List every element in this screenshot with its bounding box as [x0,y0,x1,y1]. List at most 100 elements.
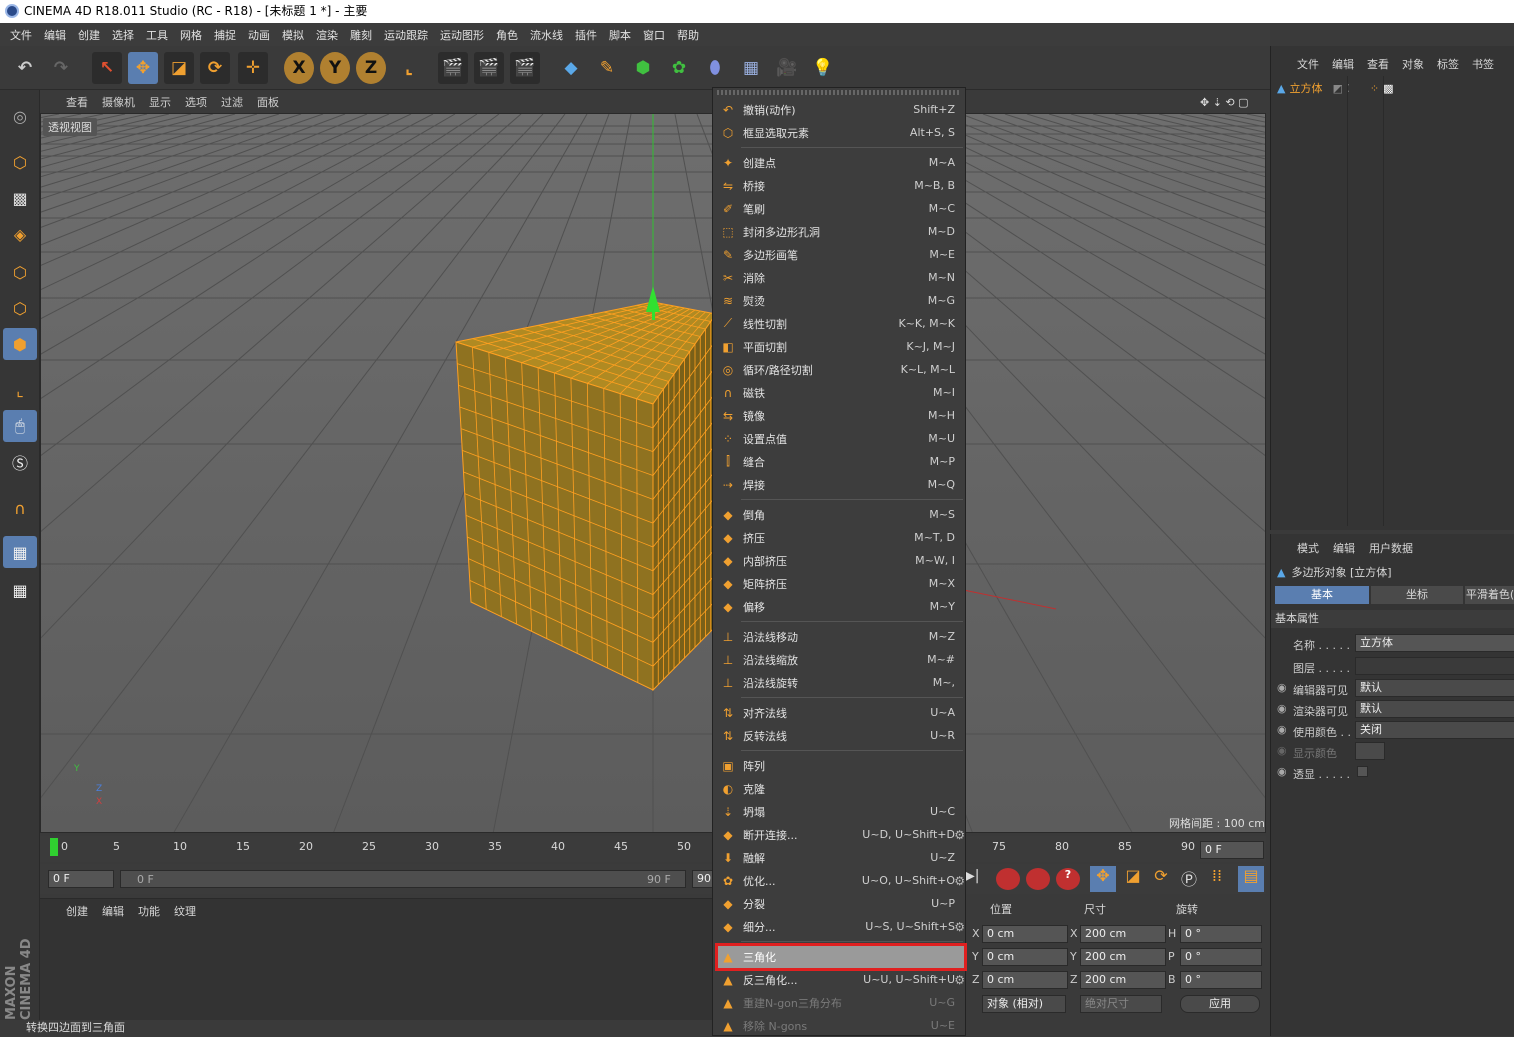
z-axis-lock-icon[interactable]: Z [356,52,386,84]
radio-use-color-icon[interactable]: ◉ [1277,723,1287,736]
menu-create[interactable]: 创建 [78,27,100,43]
apply-button[interactable]: 应用 [1180,995,1260,1013]
mat-menu-edit[interactable]: 编辑 [102,903,124,919]
object-row-cube[interactable]: ▲ 立方体 ◩ ⁚ ⁘ ▩ [1277,78,1513,98]
live-selection-icon[interactable]: ↖ [92,52,122,84]
menu-item-16[interactable]: ⇢ 焊接 M~Q [715,473,965,496]
options-gear-icon[interactable]: ⚙ [954,828,965,842]
menu-item-25[interactable]: ⇅ 对齐法线 U~A [715,701,965,724]
position-x-field[interactable]: 0 cm [982,925,1068,943]
menu-item-7[interactable]: ✂ 消除 M~N [715,266,965,289]
texture-tag-icon[interactable]: ▩ [1383,82,1393,95]
render-to-picture-viewer-icon[interactable]: 🎬 [474,52,504,84]
menu-help[interactable]: 帮助 [677,27,699,43]
deformer-icon[interactable]: ⬮ [700,52,730,84]
tab-basic[interactable]: 基本 [1275,586,1369,604]
scale-tool-icon[interactable]: ◪ [164,52,194,84]
timeline-ruler[interactable]: 0 5 10 15 20 25 30 35 40 45 50 75 80 85 … [40,836,1266,862]
menu-edit[interactable]: 编辑 [44,27,66,43]
timeline-window-icon[interactable]: ▤ [1238,866,1264,892]
menu-item-15[interactable]: ⫿ 缝合 M~P [715,450,965,473]
menu-item-34[interactable]: ◆ 细分... U~S, U~Shift+S ⚙ [715,915,965,938]
menu-item-13[interactable]: ⇆ 镜像 M~H [715,404,965,427]
menu-item-37[interactable]: ▲ 重建N-gon三角分布 U~G [715,991,965,1014]
light-icon[interactable]: 💡 [808,52,838,84]
menu-item-20[interactable]: ◆ 矩阵挤压 M~X [715,572,965,595]
radio-editor-visible-icon[interactable]: ◉ [1277,681,1287,694]
obj-menu-bookmarks[interactable]: 书签 [1472,56,1494,72]
menu-item-32[interactable]: ✿ 优化... U~O, U~Shift+O ⚙ [715,869,965,892]
menu-select[interactable]: 选择 [112,27,134,43]
mat-menu-create[interactable]: 创建 [66,903,88,919]
radio-display-color-icon[interactable]: ◉ [1277,744,1287,757]
current-frame-field[interactable]: 0 F [1200,841,1264,859]
key-point-level-icon[interactable]: ⁞⁞ [1204,866,1230,892]
menu-item-27[interactable]: ▣ 阵列 [715,754,965,777]
menu-item-28[interactable]: ◐ 克隆 [715,777,965,800]
menu-item-31[interactable]: ⬇ 融解 U~Z [715,846,965,869]
menu-item-17[interactable]: ◆ 倒角 M~S [715,503,965,526]
menu-plugins[interactable]: 插件 [575,27,597,43]
xray-checkbox[interactable] [1357,766,1368,777]
menu-item-33[interactable]: ◆ 分裂 U~P [715,892,965,915]
menu-item-24[interactable]: ⊥ 沿法线旋转 M~, [715,671,965,694]
menu-motion-tracking[interactable]: 运动跟踪 [384,27,428,43]
menu-item-14[interactable]: ⁘ 设置点值 M~U [715,427,965,450]
coordinate-mode-dropdown[interactable]: 对象 (相对) [982,995,1066,1013]
rotation-h-field[interactable]: 0 ° [1180,925,1262,943]
menu-item-26[interactable]: ⇅ 反转法线 U~R [715,724,965,747]
options-gear-icon[interactable]: ⚙ [954,920,965,934]
menu-item-0[interactable]: ↶ 撤销(动作) Shift+Z [715,98,965,121]
lock-workplane-icon[interactable]: ▦ [3,536,37,568]
key-parameter-icon[interactable]: Ⓟ [1176,866,1202,892]
size-x-field[interactable]: 200 cm [1080,925,1166,943]
polygons-mode-icon[interactable]: ⬢ [3,328,37,360]
snap-icon[interactable]: Ⓢ [3,446,37,478]
autokey-icon[interactable] [1026,868,1050,890]
x-axis-lock-icon[interactable]: X [284,52,314,84]
layer-field[interactable] [1355,657,1514,675]
options-gear-icon[interactable]: ⚙ [954,973,965,987]
menu-item-12[interactable]: ∩ 磁铁 M~I [715,381,965,404]
menu-file[interactable]: 文件 [10,27,32,43]
viewport-menu-filter[interactable]: 过滤 [221,94,243,110]
menu-mograph[interactable]: 运动图形 [440,27,484,43]
edges-mode-icon[interactable]: ⬡ [3,292,37,324]
menu-item-29[interactable]: ⇣ 坍塌 U~C [715,800,965,823]
popup-tearoff-handle[interactable] [717,90,961,95]
menu-render[interactable]: 渲染 [316,27,338,43]
menu-item-23[interactable]: ⊥ 沿法线缩放 M~# [715,648,965,671]
move-tool-icon[interactable]: ✥ [128,52,158,84]
menu-pipeline[interactable]: 流水线 [530,27,563,43]
menu-snap[interactable]: 捕捉 [214,27,236,43]
menu-item-22[interactable]: ⊥ 沿法线移动 M~Z [715,625,965,648]
attr-menu-mode[interactable]: 模式 [1297,540,1319,556]
workplane-icon[interactable]: ◈ [3,218,37,250]
options-gear-icon[interactable]: ⚙ [954,874,965,888]
viewport-menu-cameras[interactable]: 摄像机 [102,94,135,110]
enable-axis-icon[interactable]: ⌞ [3,374,37,406]
model-mode-icon[interactable]: ⬡ [3,146,37,178]
texture-mode-icon[interactable]: ▩ [3,182,37,214]
render-visible-dropdown[interactable]: 默认 [1355,700,1514,718]
perspective-viewport[interactable]: 透视视图 网格间距 : 100 cm Y Z X [40,113,1266,833]
menu-item-4[interactable]: ✐ 笔刷 M~C [715,197,965,220]
tweak-mode-icon[interactable]: 🖱 [3,410,37,442]
menu-item-10[interactable]: ◧ 平面切割 K~J, M~J [715,335,965,358]
obj-menu-objects[interactable]: 对象 [1402,56,1424,72]
planar-workplane-icon[interactable]: ▦ [3,574,37,606]
obj-menu-view[interactable]: 查看 [1367,56,1389,72]
timeline-playhead[interactable] [50,838,58,856]
recent-tool-icon[interactable]: ✛ [238,52,268,84]
render-settings-icon[interactable]: 🎬 [510,52,540,84]
go-to-end-icon[interactable]: ▶| [964,868,984,890]
attr-menu-edit[interactable]: 编辑 [1333,540,1355,556]
rotation-p-field[interactable]: 0 ° [1180,948,1262,966]
obj-menu-file[interactable]: 文件 [1297,56,1319,72]
key-position-icon[interactable]: ✥ [1090,866,1116,892]
phong-tag-icon[interactable]: ⁘ [1370,82,1379,95]
menu-script[interactable]: 脚本 [609,27,631,43]
menu-item-2[interactable]: ✦ 创建点 M~A [715,151,965,174]
viewport-menu-display[interactable]: 显示 [149,94,171,110]
menu-mesh[interactable]: 网格 [180,27,202,43]
